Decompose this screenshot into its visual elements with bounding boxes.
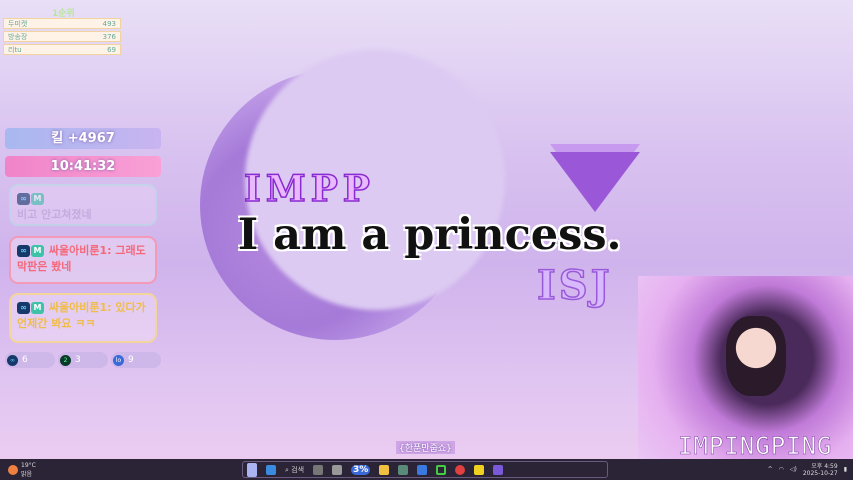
diamond-icon bbox=[550, 152, 640, 212]
chat-message: ∞ M 싸울아비룬1: 있다가 언제간 봐요 ㅋㅋ bbox=[9, 293, 157, 343]
browser-icon[interactable] bbox=[417, 464, 428, 475]
rank-name: 리tu bbox=[8, 45, 22, 54]
infinity-badge-icon: ∞ bbox=[17, 193, 30, 205]
search-label: 검색 bbox=[291, 465, 305, 474]
count-item: 23 bbox=[58, 352, 108, 368]
volume-icon[interactable]: ◁) bbox=[790, 466, 797, 473]
tray-time: 오후 4:59 bbox=[811, 463, 838, 470]
ranking-row: 리tu 69 bbox=[3, 44, 121, 55]
title-main: I am a princess. bbox=[238, 210, 622, 260]
title-isj: ISJ bbox=[536, 261, 613, 310]
infinity-badge-icon: ∞ bbox=[17, 302, 30, 314]
webcam-frame: IMPINGPING bbox=[638, 276, 853, 460]
taskbar-apps: ⌕ 검색 3% bbox=[242, 461, 608, 478]
kakaotalk-icon[interactable] bbox=[474, 464, 485, 475]
platform-icon: lo bbox=[113, 354, 124, 366]
count-value: 9 bbox=[128, 355, 134, 365]
m-badge-icon: M bbox=[31, 245, 44, 257]
chat-message: ∞ M 싸울아비룬1: 그래도 막판은 봤네 bbox=[9, 236, 157, 284]
rank-value: 493 bbox=[102, 19, 116, 28]
progress-badge[interactable]: 3% bbox=[351, 464, 371, 475]
two-icon: 2 bbox=[60, 354, 71, 366]
infinity-icon: ∞ bbox=[7, 354, 18, 366]
count-value: 3 bbox=[75, 355, 81, 365]
kill-counter: 킬 +4967 bbox=[5, 128, 161, 149]
title-impp: IMPP bbox=[243, 167, 375, 211]
cat-app-icon[interactable] bbox=[313, 464, 324, 475]
store-icon[interactable] bbox=[398, 464, 409, 475]
wifi-icon[interactable]: ◠ bbox=[779, 466, 784, 473]
m-badge-icon: M bbox=[31, 193, 44, 205]
m-badge-icon: M bbox=[31, 302, 44, 314]
weather-widget[interactable]: 19°C 맑음 bbox=[8, 462, 36, 478]
count-value: 6 bbox=[22, 355, 28, 365]
weather-temp: 19°C bbox=[21, 462, 36, 469]
start-icon[interactable] bbox=[266, 464, 276, 475]
ranking-row: 두미캣 493 bbox=[3, 18, 121, 29]
cam-label: IMPINGPING bbox=[678, 432, 833, 461]
chevron-up-icon[interactable]: ^ bbox=[768, 466, 773, 473]
app-icon[interactable] bbox=[332, 464, 343, 475]
rank-value: 376 bbox=[102, 32, 116, 41]
weather-icon bbox=[8, 465, 18, 475]
chrome-icon[interactable] bbox=[455, 464, 466, 475]
system-tray: ^ ◠ ◁) 오후 4:59 2025-10-27 ▮ bbox=[768, 461, 847, 477]
folder-icon[interactable] bbox=[379, 464, 390, 475]
donation-caption: {한푼만줍쇼} bbox=[396, 441, 455, 454]
viewer-counts: ∞ 6 23 lo 9 bbox=[5, 352, 161, 368]
streamer-webcam bbox=[726, 316, 786, 396]
obs-icon[interactable] bbox=[493, 464, 504, 475]
app-icon-green[interactable] bbox=[436, 464, 447, 475]
weather-desc: 맑음 bbox=[21, 471, 33, 478]
ranking-row: 방송장 376 bbox=[3, 31, 121, 42]
count-item: lo 9 bbox=[111, 352, 161, 368]
clock-date[interactable]: 오후 4:59 2025-10-27 bbox=[803, 461, 838, 477]
count-item: ∞ 6 bbox=[5, 352, 55, 368]
rank-value: 69 bbox=[107, 45, 116, 54]
rank-name: 두미캣 bbox=[8, 19, 28, 28]
chat-text: 비고 안고쳐졌네 bbox=[17, 208, 92, 221]
chat-user: 싸울아비룬1 bbox=[48, 301, 108, 314]
infinity-badge-icon: ∞ bbox=[17, 245, 30, 257]
clock: 10:41:32 bbox=[5, 156, 161, 177]
notification-icon[interactable]: ▮ bbox=[844, 466, 847, 473]
tray-date: 2025-10-27 bbox=[802, 470, 838, 477]
taskbar: 19°C 맑음 ⌕ 검색 3% ^ ◠ ◁) 오후 4:59 2025-10-27 … bbox=[0, 459, 853, 480]
chat-message: ∞ M 비고 안고쳐졌네 bbox=[9, 184, 157, 226]
search-box[interactable]: ⌕ 검색 bbox=[285, 465, 304, 475]
chat-user: 싸울아비룬1 bbox=[48, 244, 108, 257]
rank-name: 방송장 bbox=[8, 32, 28, 41]
widget-icon[interactable] bbox=[247, 462, 257, 477]
